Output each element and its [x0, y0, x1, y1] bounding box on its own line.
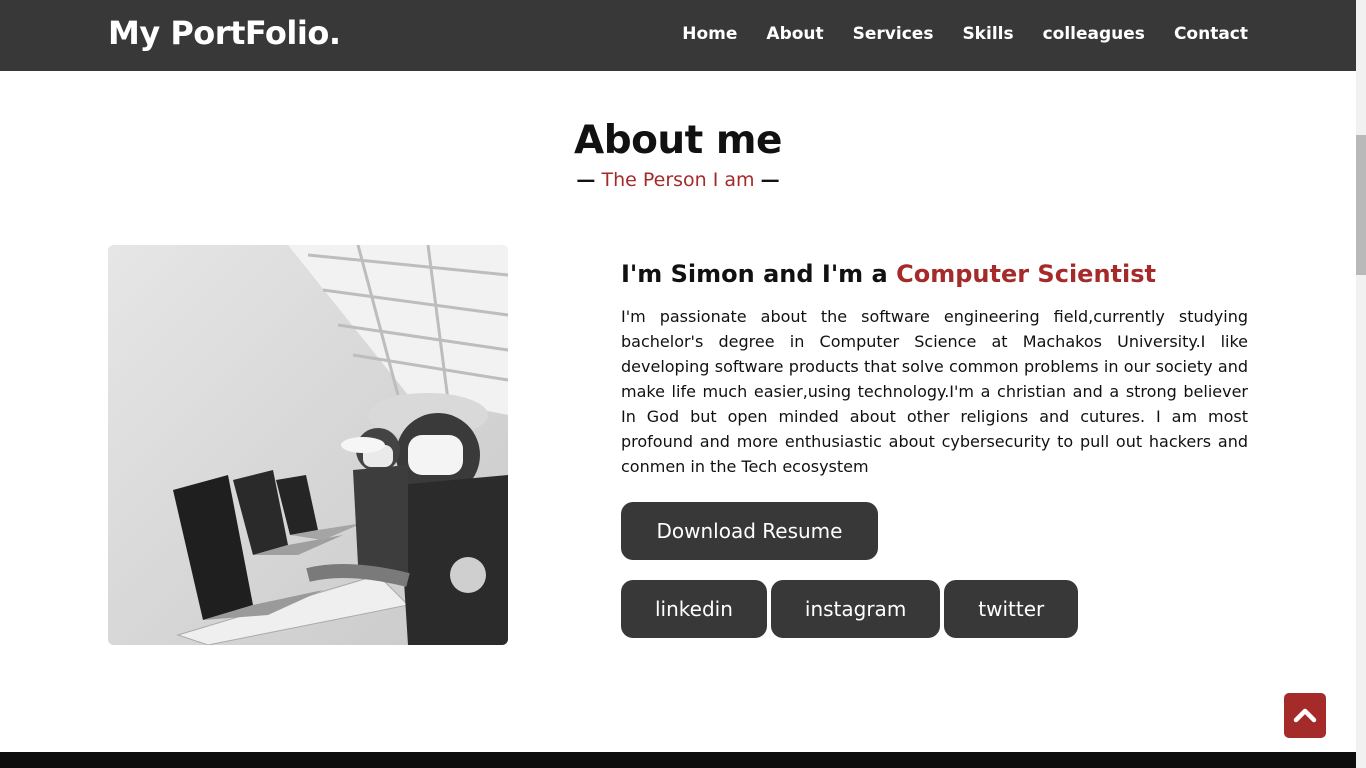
heading-role: Computer Scientist [896, 260, 1156, 288]
back-to-top-button[interactable] [1284, 693, 1326, 738]
nav-item-about[interactable]: About [766, 24, 823, 44]
about-content: I'm Simon and I'm a Computer Scientist I… [621, 260, 1248, 479]
about-paragraph: I'm passionate about the software engine… [621, 307, 1248, 476]
about-heading: I'm Simon and I'm a Computer Scientist [621, 260, 1248, 288]
section-title: About me [574, 118, 782, 163]
nav-menu: Home About Services Skills colleagues Co… [653, 24, 1248, 44]
scrollbar-thumb[interactable] [1356, 135, 1366, 275]
section-subtitle: — The Person I am — [0, 169, 1356, 191]
download-resume-button[interactable]: Download Resume [621, 502, 878, 560]
subtitle-dash-left: — [576, 169, 596, 191]
chevron-up-icon [1293, 708, 1317, 723]
nav-item-home[interactable]: Home [682, 24, 737, 44]
subtitle-dash-right: — [760, 169, 780, 191]
nav-item-contact[interactable]: Contact [1174, 24, 1248, 44]
page-scrollbar[interactable] [1356, 0, 1366, 768]
nav-item-skills[interactable]: Skills [962, 24, 1013, 44]
site-logo[interactable]: My PortFolio. [108, 14, 341, 52]
twitter-button[interactable]: twitter [944, 580, 1079, 638]
heading-prefix: I'm Simon and I'm a [621, 260, 897, 288]
navbar: My PortFolio. Home About Services Skills… [0, 0, 1356, 71]
footer-strip [0, 752, 1356, 768]
nav-item-colleagues[interactable]: colleagues [1043, 24, 1145, 44]
instagram-button[interactable]: instagram [770, 580, 941, 638]
social-buttons: linkedin instagram twitter [621, 580, 1079, 638]
profile-photo [108, 245, 508, 645]
subtitle-text: The Person I am [601, 169, 755, 191]
nav-item-services[interactable]: Services [853, 24, 934, 44]
linkedin-button[interactable]: linkedin [621, 580, 767, 638]
photo-image [108, 245, 508, 645]
